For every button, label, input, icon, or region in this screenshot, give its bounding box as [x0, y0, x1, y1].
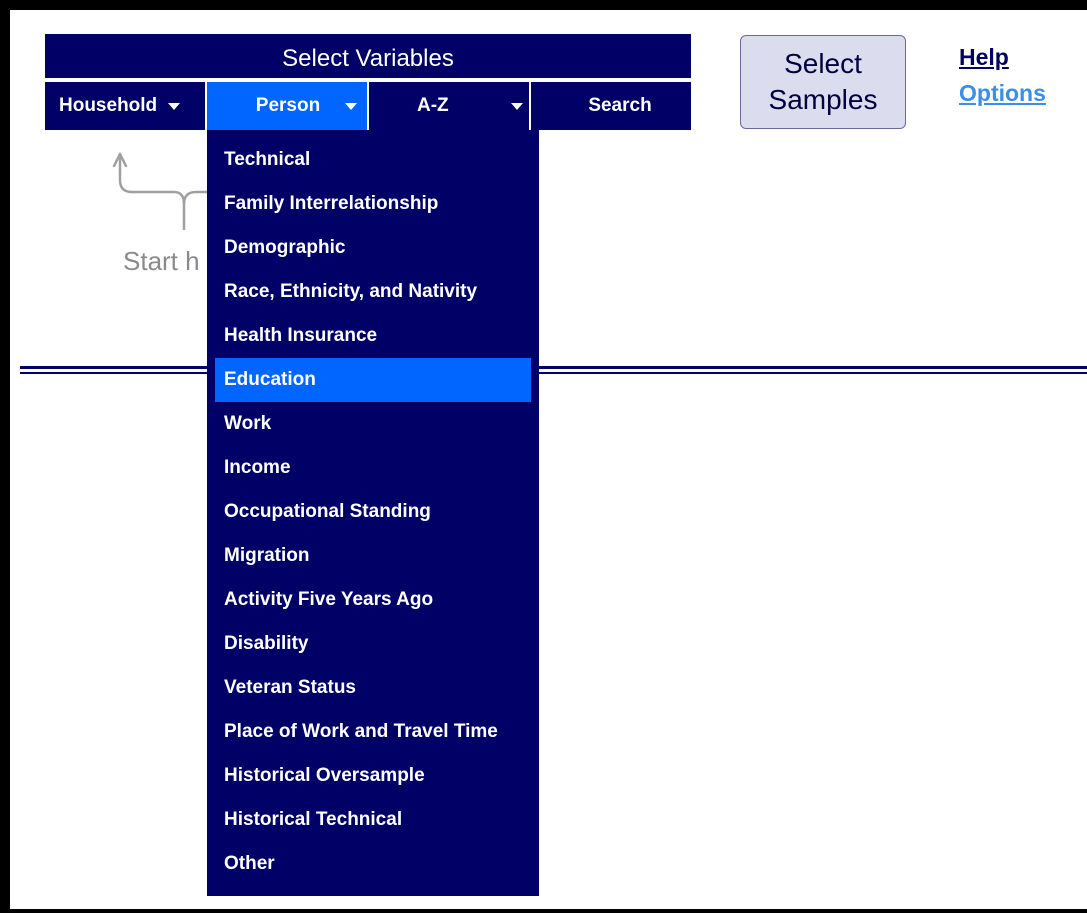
menu-item-historical-oversample[interactable]: Historical Oversample — [215, 754, 531, 798]
select-variables-panel: Select Variables Household Person A-Z Se… — [45, 34, 691, 130]
menu-item-technical[interactable]: Technical — [215, 138, 531, 182]
chevron-down-icon — [345, 102, 357, 110]
menu-item-activity-five-years-ago[interactable]: Activity Five Years Ago — [215, 578, 531, 622]
tab-person-label: Person — [255, 95, 321, 116]
menu-item-place-of-work-travel-time[interactable]: Place of Work and Travel Time — [215, 710, 531, 754]
menu-item-occupational-standing[interactable]: Occupational Standing — [215, 490, 531, 534]
menu-item-demographic[interactable]: Demographic — [215, 226, 531, 270]
menu-item-other[interactable]: Other — [215, 842, 531, 886]
options-link[interactable]: Options — [959, 80, 1046, 107]
menu-item-health-insurance[interactable]: Health Insurance — [215, 314, 531, 358]
tab-household-label: Household — [59, 95, 158, 116]
chevron-down-icon — [511, 102, 523, 110]
select-samples-line2: Samples — [768, 84, 878, 115]
menu-item-race-ethnicity-nativity[interactable]: Race, Ethnicity, and Nativity — [215, 270, 531, 314]
tab-search[interactable]: Search — [531, 82, 691, 130]
menu-item-historical-technical[interactable]: Historical Technical — [215, 798, 531, 842]
chevron-down-icon — [168, 102, 181, 110]
menu-item-family-interrelationship[interactable]: Family Interrelationship — [215, 182, 531, 226]
tab-household[interactable]: Household — [45, 82, 205, 130]
person-dropdown-menu: Technical Family Interrelationship Demog… — [207, 130, 539, 896]
select-variables-title: Select Variables — [45, 34, 691, 80]
menu-item-income[interactable]: Income — [215, 446, 531, 490]
menu-item-migration[interactable]: Migration — [215, 534, 531, 578]
tab-a-z-label: A-Z — [417, 95, 449, 116]
tab-search-label: Search — [588, 95, 652, 116]
select-samples-button[interactable]: Select Samples — [740, 35, 906, 129]
start-hint-text: Start h — [123, 246, 200, 276]
menu-item-veteran-status[interactable]: Veteran Status — [215, 666, 531, 710]
select-samples-line1: Select — [784, 48, 862, 79]
menu-item-work[interactable]: Work — [215, 402, 531, 446]
menu-item-disability[interactable]: Disability — [215, 622, 531, 666]
tab-person[interactable]: Person — [207, 82, 367, 130]
menu-item-education[interactable]: Education — [215, 358, 531, 402]
page-frame — [0, 0, 1087, 913]
tab-a-z[interactable]: A-Z — [369, 82, 529, 130]
horizontal-divider — [20, 366, 1087, 374]
curly-arrow-icon — [112, 152, 218, 230]
help-link[interactable]: Help — [959, 44, 1009, 71]
